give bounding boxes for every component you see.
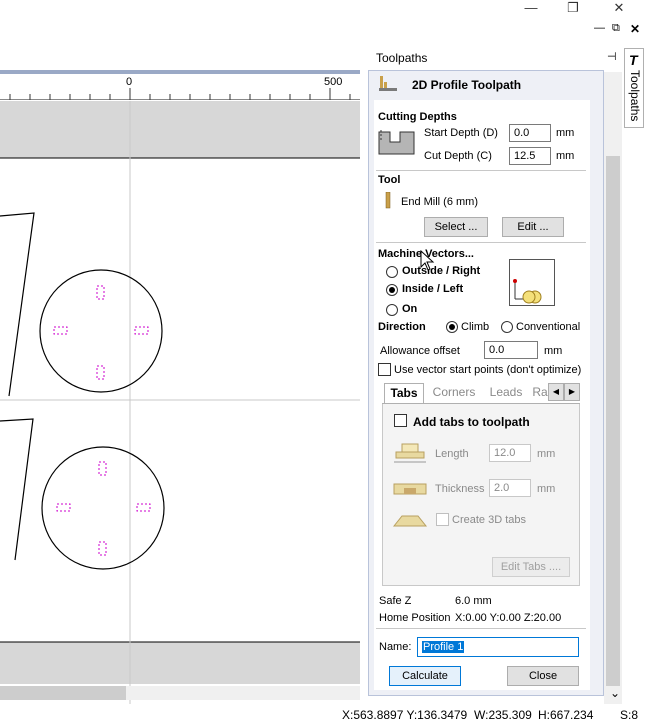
profile-toolpath-icon xyxy=(379,76,397,91)
tool-heading: Tool xyxy=(378,174,401,186)
tool-name: End Mill (6 mm) xyxy=(401,196,479,208)
start-depth-unit: mm xyxy=(556,127,575,139)
material-edge-top xyxy=(0,101,360,158)
radio-on[interactable] xyxy=(386,304,398,316)
tab-length-icon xyxy=(394,443,426,463)
cut-depth-input[interactable] xyxy=(509,147,551,165)
select-tool-button[interactable]: Select ... xyxy=(424,217,488,237)
tab-thickness-input[interactable] xyxy=(489,479,531,497)
horizontal-scrollbar-thumb[interactable] xyxy=(0,686,126,700)
conventional-label: Conventional xyxy=(516,321,581,333)
cutting-depth-diagram-icon xyxy=(378,130,415,155)
status-bar: X:563.8897 Y:136.3479 W:235.309 H:667.23… xyxy=(0,704,650,724)
slash-vector-top xyxy=(0,212,35,397)
end-mill-icon xyxy=(385,192,391,209)
toolpaths-tab-icon: T xyxy=(629,52,638,68)
cutting-depths-heading: Cutting Depths xyxy=(378,111,457,123)
pin-icon[interactable]: ⊣ xyxy=(607,50,617,63)
edit-tabs-button[interactable]: Edit Tabs .... xyxy=(492,557,570,577)
close-panel-button[interactable]: Close xyxy=(507,666,579,686)
toolpaths-header-title: Toolpaths xyxy=(376,51,428,65)
allowance-offset-input[interactable] xyxy=(484,341,538,359)
home-position-value: X:0.00 Y:0.00 Z:20.00 xyxy=(455,612,562,624)
title-bar: — ❐ ✕ xyxy=(0,0,650,18)
tab-scroll-right-button[interactable]: ▶ xyxy=(564,383,580,401)
status-width: W:235.309 xyxy=(474,708,532,722)
restore-button[interactable]: ❐ xyxy=(558,0,588,18)
tab-length-unit: mm xyxy=(537,448,556,460)
vector-start-points-checkbox[interactable] xyxy=(378,363,391,376)
climb-label: Climb xyxy=(461,321,490,333)
tab-thickness-unit: mm xyxy=(537,483,556,495)
radio-inside-left[interactable] xyxy=(386,284,398,296)
name-label: Name: xyxy=(379,641,412,653)
tab-corners[interactable]: Corners xyxy=(428,383,480,403)
scroll-down-arrow[interactable]: ⌄ xyxy=(610,686,620,700)
slash-vector-bottom xyxy=(0,418,34,561)
cut-depth-unit: mm xyxy=(556,150,575,162)
inner-restore-button[interactable]: ⧉ xyxy=(612,22,620,35)
option-inside-left-label: Inside / Left xyxy=(402,283,464,295)
minimize-button[interactable]: — xyxy=(516,0,546,18)
panel-title: 2D Profile Toolpath xyxy=(412,78,522,92)
cut-depth-label: Cut Depth (C) xyxy=(424,150,492,162)
circle-vector-bottom xyxy=(41,446,165,570)
direction-label: Direction xyxy=(378,321,426,333)
tab-length-label: Length xyxy=(435,448,469,460)
vertical-scrollbar-thumb[interactable] xyxy=(606,156,620,686)
create-3d-tabs-icon xyxy=(392,515,428,527)
safe-z-label: Safe Z xyxy=(379,595,412,607)
status-selection-count: S:8 xyxy=(620,708,639,722)
close-window-button[interactable]: ✕ xyxy=(604,0,634,18)
home-position-label: Home Position xyxy=(379,612,451,624)
name-input[interactable]: Profile 1 xyxy=(417,637,579,657)
material-edge-bottom xyxy=(0,642,360,684)
drawing-canvas[interactable]: 0 500 xyxy=(0,70,360,704)
drawing-svg xyxy=(0,88,360,704)
vector-start-points-label: Use vector start points (don't optimize) xyxy=(394,364,582,376)
tab-thickness-label: Thickness xyxy=(435,483,485,495)
machining-preview-icon xyxy=(509,259,555,306)
calculate-button[interactable]: Calculate xyxy=(389,666,461,686)
radio-conventional[interactable] xyxy=(501,321,513,333)
tab-ramps[interactable]: Ra xyxy=(532,383,548,403)
edit-tool-button[interactable]: Edit ... xyxy=(502,217,564,237)
option-outside-right-label: Outside / Right xyxy=(402,265,481,277)
mouse-cursor-icon xyxy=(420,250,435,271)
option-on-label: On xyxy=(402,303,418,315)
radio-outside-right[interactable] xyxy=(386,266,398,278)
safe-z-value: 6.0 mm xyxy=(455,595,492,607)
create-3d-tabs-label: Create 3D tabs xyxy=(452,514,526,526)
status-coordinates: X:563.8897 Y:136.3479 xyxy=(342,708,468,722)
allowance-offset-unit: mm xyxy=(544,345,563,357)
tab-thickness-icon xyxy=(393,483,427,495)
radio-climb[interactable] xyxy=(446,321,458,333)
circle-vector-top xyxy=(39,269,163,393)
name-input-value: Profile 1 xyxy=(422,641,465,653)
start-depth-label: Start Depth (D) xyxy=(424,127,498,139)
create-3d-tabs-checkbox[interactable] xyxy=(436,513,449,526)
inner-close-button[interactable]: ✕ xyxy=(630,22,640,36)
add-tabs-label: Add tabs to toolpath xyxy=(413,415,530,429)
add-tabs-checkbox[interactable] xyxy=(394,414,407,427)
side-tab-label: Toolpaths xyxy=(628,70,642,122)
status-height: H:667.234 xyxy=(538,708,594,722)
inner-minimize-button[interactable]: — xyxy=(594,22,605,34)
tab-leads[interactable]: Leads xyxy=(484,383,528,403)
tab-scroll-left-button[interactable]: ◀ xyxy=(548,383,564,401)
tab-length-input[interactable] xyxy=(489,444,531,462)
tab-tabs[interactable]: Tabs xyxy=(384,383,424,403)
toolpaths-panel-header: Toolpaths ⊣ xyxy=(362,46,617,70)
allowance-offset-label: Allowance offset xyxy=(380,345,460,357)
start-depth-input[interactable] xyxy=(509,124,551,142)
